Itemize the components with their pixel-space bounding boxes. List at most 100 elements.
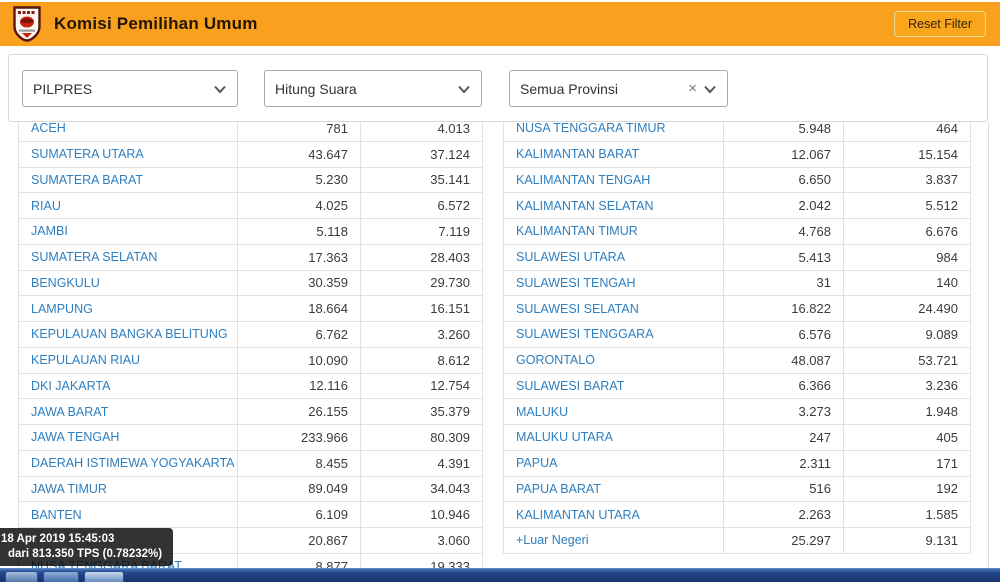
province-link[interactable]: JAWA TENGAH	[19, 425, 238, 451]
province-link[interactable]: SULAWESI TENGAH	[504, 270, 724, 296]
province-link[interactable]: SULAWESI BARAT	[504, 373, 724, 399]
province-link[interactable]: SULAWESI UTARA	[504, 244, 724, 270]
vote-count-1: 233.966	[238, 425, 361, 451]
province-link[interactable]: DAERAH ISTIMEWA YOGYAKARTA	[19, 450, 238, 476]
province-link[interactable]: KALIMANTAN TENGAH	[504, 167, 724, 193]
province-link[interactable]: PAPUA	[504, 450, 724, 476]
vote-count-1: 43.647	[238, 141, 361, 167]
taskbar-item[interactable]	[43, 571, 79, 582]
vote-count-1: 2.263	[724, 502, 844, 528]
table-row: DAERAH ISTIMEWA YOGYAKARTA8.4554.391	[19, 450, 483, 476]
province-link[interactable]: RIAU	[19, 193, 238, 219]
table-row: BANTEN6.10910.946	[19, 502, 483, 528]
province-link[interactable]: JAWA BARAT	[19, 399, 238, 425]
province-link[interactable]: KALIMANTAN BARAT	[504, 141, 724, 167]
tooltip-timestamp: 18 Apr 2019 15:45:03	[1, 532, 162, 547]
vote-count-2: 4.391	[361, 450, 483, 476]
province-value: Semua Provinsi	[520, 81, 682, 97]
province-link[interactable]: BENGKULU	[19, 270, 238, 296]
view-mode-select[interactable]: Hitung Suara	[264, 70, 482, 107]
province-link[interactable]: MALUKU	[504, 399, 724, 425]
page-title: Komisi Pemilihan Umum	[54, 14, 258, 34]
vote-count-1: 6.762	[238, 322, 361, 348]
province-link[interactable]: NUSA TENGGARA TIMUR	[504, 122, 724, 141]
vote-count-2: 140	[844, 270, 971, 296]
province-link[interactable]: KALIMANTAN TIMUR	[504, 219, 724, 245]
province-link[interactable]: SUMATERA BARAT	[19, 167, 238, 193]
vote-count-2: 1.948	[844, 399, 971, 425]
vote-count-2: 29.730	[361, 270, 483, 296]
province-link[interactable]: SUMATERA SELATAN	[19, 244, 238, 270]
vote-count-1: 17.363	[238, 244, 361, 270]
reset-filter-button[interactable]: Reset Filter	[894, 11, 986, 37]
vote-count-1: 6.650	[724, 167, 844, 193]
province-link[interactable]: LAMPUNG	[19, 296, 238, 322]
table-row: KEPULAUAN RIAU10.0908.612	[19, 347, 483, 373]
vote-count-2: 8.612	[361, 347, 483, 373]
vote-count-1: 8.455	[238, 450, 361, 476]
vote-count-1: 12.116	[238, 373, 361, 399]
province-link[interactable]: SULAWESI SELATAN	[504, 296, 724, 322]
province-select[interactable]: Semua Provinsi ×	[509, 70, 728, 107]
vote-count-1: 516	[724, 476, 844, 502]
province-link[interactable]: BANTEN	[19, 502, 238, 528]
vote-count-1: 4.025	[238, 193, 361, 219]
vote-count-2: 405	[844, 425, 971, 451]
table-row: SUMATERA UTARA43.64737.124	[19, 141, 483, 167]
vote-count-2: 9.089	[844, 322, 971, 348]
vote-count-1: 31	[724, 270, 844, 296]
taskbar-item[interactable]	[5, 571, 38, 582]
province-table-left: ACEH7814.013SUMATERA UTARA43.64737.124SU…	[18, 122, 483, 568]
province-link[interactable]: MALUKU UTARA	[504, 425, 724, 451]
vote-count-2: 53.721	[844, 347, 971, 373]
election-type-select[interactable]: PILPRES	[22, 70, 238, 107]
vote-count-1: 12.067	[724, 141, 844, 167]
vote-count-1: 3.273	[724, 399, 844, 425]
data-version-tooltip: 18 Apr 2019 15:45:03 dari 813.350 TPS (0…	[0, 528, 173, 566]
vote-count-2: 35.379	[361, 399, 483, 425]
results-table-area: ACEH7814.013SUMATERA UTARA43.64737.124SU…	[0, 122, 990, 568]
province-link[interactable]: JAMBI	[19, 219, 238, 245]
province-link[interactable]: KEPULAUAN RIAU	[19, 347, 238, 373]
taskbar-strip	[0, 568, 1000, 582]
table-row: SULAWESI TENGAH31140	[504, 270, 971, 296]
vote-count-2: 4.013	[361, 122, 483, 141]
taskbar-item[interactable]	[84, 571, 124, 582]
province-link[interactable]: PAPUA BARAT	[504, 476, 724, 502]
vote-count-2: 3.236	[844, 373, 971, 399]
province-link[interactable]: KALIMANTAN SELATAN	[504, 193, 724, 219]
vote-count-2: 16.151	[361, 296, 483, 322]
province-link[interactable]: DKI JAKARTA	[19, 373, 238, 399]
table-row: NUSA TENGGARA TIMUR5.948464	[504, 122, 971, 141]
vote-count-2: 464	[844, 122, 971, 141]
vote-count-2: 10.946	[361, 502, 483, 528]
vote-count-1: 6.366	[724, 373, 844, 399]
view-mode-value: Hitung Suara	[275, 81, 451, 97]
province-link[interactable]: SULAWESI TENGGARA	[504, 322, 724, 348]
province-link[interactable]: SUMATERA UTARA	[19, 141, 238, 167]
table-row: JAMBI5.1187.119	[19, 219, 483, 245]
table-row: SULAWESI SELATAN16.82224.490	[504, 296, 971, 322]
table-row: KEPULAUAN BANGKA BELITUNG6.7623.260	[19, 322, 483, 348]
province-link[interactable]: JAWA TIMUR	[19, 476, 238, 502]
province-link[interactable]: +Luar Negeri	[504, 528, 724, 554]
table-row: SULAWESI TENGGARA6.5769.089	[504, 322, 971, 348]
vote-count-1: 18.664	[238, 296, 361, 322]
clear-filter-icon[interactable]: ×	[688, 81, 697, 96]
vote-count-2: 192	[844, 476, 971, 502]
province-link[interactable]: KEPULAUAN BANGKA BELITUNG	[19, 322, 238, 348]
table-row: JAWA BARAT26.15535.379	[19, 399, 483, 425]
vote-count-2: 19.333	[361, 553, 483, 568]
table-row: KALIMANTAN SELATAN2.0425.512	[504, 193, 971, 219]
vote-count-1: 30.359	[238, 270, 361, 296]
table-row: PAPUA2.311171	[504, 450, 971, 476]
table-row: ACEH7814.013	[19, 122, 483, 141]
vote-count-1: 25.297	[724, 528, 844, 554]
vote-count-1: 89.049	[238, 476, 361, 502]
province-link[interactable]: GORONTALO	[504, 347, 724, 373]
vote-count-2: 15.154	[844, 141, 971, 167]
province-link[interactable]: ACEH	[19, 122, 238, 141]
table-row: SUMATERA BARAT5.23035.141	[19, 167, 483, 193]
province-link[interactable]: KALIMANTAN UTARA	[504, 502, 724, 528]
vote-count-1: 8.877	[238, 553, 361, 568]
